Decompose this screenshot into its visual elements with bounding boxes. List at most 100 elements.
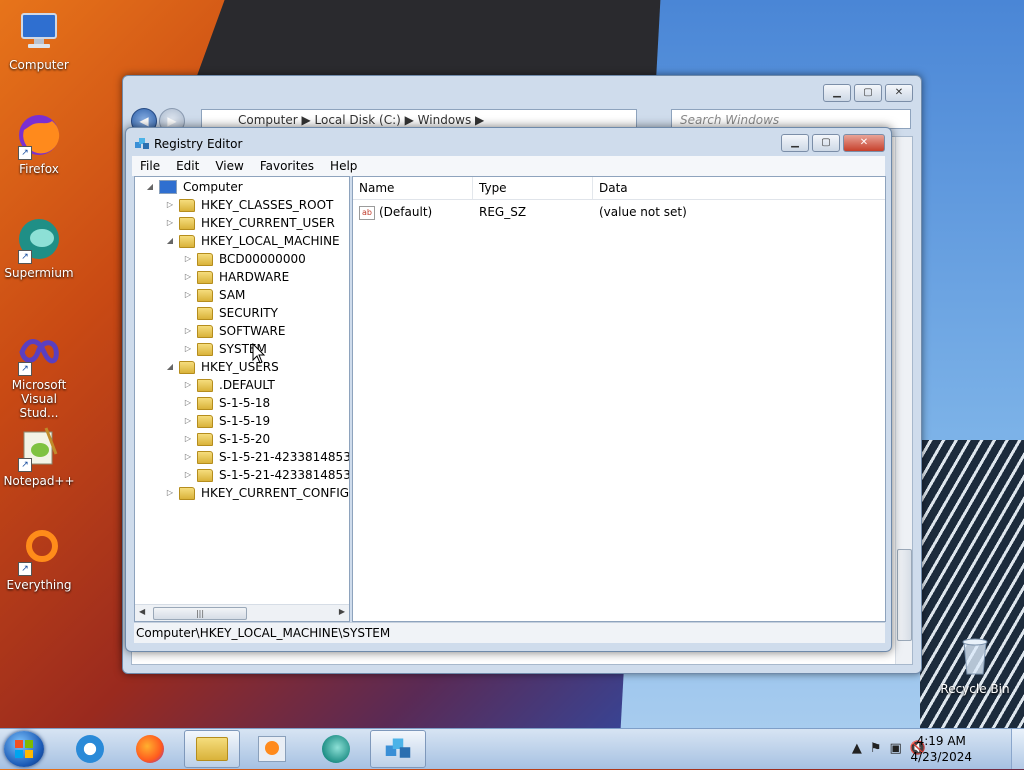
explorer-search-input[interactable]: Search Windows — [671, 109, 911, 129]
desktop-icon-supermium[interactable]: ↗ Supermium — [0, 216, 78, 280]
taskbar-supermium[interactable] — [308, 730, 364, 768]
expand-toggle-icon[interactable]: ▷ — [183, 412, 193, 430]
clock-date: 4/23/2024 — [910, 750, 972, 764]
expand-toggle-icon[interactable]: ▷ — [183, 466, 193, 484]
tree-node[interactable]: ▷ HKEY_CLASSES_ROOT — [165, 196, 333, 214]
show-desktop-button[interactable] — [1011, 729, 1024, 769]
computer-icon — [16, 8, 62, 54]
start-button[interactable] — [4, 731, 44, 767]
tree-node[interactable]: ▷ S-1-5-21-4233814853-226 — [183, 466, 349, 484]
tree-horizontal-scrollbar[interactable]: ◀ ||| ▶ — [135, 604, 349, 621]
tree-node[interactable]: ▷ HKEY_CURRENT_CONFIG — [165, 484, 349, 502]
expand-toggle-icon[interactable]: ▷ — [183, 394, 193, 412]
menu-view[interactable]: View — [207, 156, 251, 176]
expand-toggle-icon[interactable]: ▷ — [183, 268, 193, 286]
tree-node[interactable]: ▷ SOFTWARE — [183, 322, 286, 340]
registry-editor-window[interactable]: Registry Editor ▁ ▢ ✕ File Edit View Fav… — [125, 127, 892, 652]
menu-file[interactable]: File — [132, 156, 168, 176]
folder-icon — [179, 486, 195, 500]
taskbar-media-player[interactable] — [244, 730, 300, 768]
expand-toggle-icon[interactable]: ▷ — [183, 340, 193, 358]
network-icon[interactable]: ▣ — [890, 741, 902, 756]
expand-toggle-icon[interactable]: ▷ — [183, 286, 193, 304]
menu-favorites[interactable]: Favorites — [252, 156, 322, 176]
firefox-icon — [136, 735, 164, 763]
maximize-button[interactable]: ▢ — [812, 134, 840, 152]
folder-icon — [197, 270, 213, 284]
desktop-icon-computer[interactable]: Computer — [0, 8, 78, 72]
action-center-flag-icon[interactable]: ⚑ — [870, 741, 882, 756]
close-button[interactable]: ✕ — [885, 84, 913, 102]
expand-toggle-icon[interactable]: ▷ — [183, 430, 193, 448]
folder-icon — [197, 288, 213, 302]
tree-node[interactable]: ▷ SAM — [183, 286, 245, 304]
scroll-thumb[interactable] — [897, 549, 912, 641]
list-header: Name Type Data — [353, 177, 885, 200]
tree-node[interactable]: SECURITY — [183, 304, 278, 322]
folder-icon — [197, 342, 213, 356]
taskbar-file-explorer[interactable] — [184, 730, 240, 768]
column-type[interactable]: Type — [473, 177, 593, 199]
desktop-icon-visual-studio[interactable]: ↗ Microsoft Visual Stud... — [0, 328, 78, 420]
minimize-button[interactable]: ▁ — [781, 134, 809, 152]
values-list[interactable]: Name Type Data ab (Default) REG_SZ (value… — [352, 176, 886, 622]
scroll-thumb[interactable]: ||| — [153, 607, 247, 620]
tree-node[interactable]: ◢ HKEY_LOCAL_MACHINE — [165, 232, 340, 250]
column-data[interactable]: Data — [593, 177, 885, 199]
close-button[interactable]: ✕ — [843, 134, 885, 152]
show-hidden-icons-icon[interactable]: ▲ — [852, 741, 862, 756]
taskbar-regedit[interactable] — [370, 730, 426, 768]
explorer-scrollbar[interactable] — [895, 137, 912, 664]
taskbar-internet-explorer[interactable] — [62, 730, 118, 768]
desktop-icon-label: Recycle Bin — [940, 682, 1010, 696]
desktop-icon-label: Computer — [9, 58, 69, 72]
tree-node-label: SECURITY — [219, 306, 278, 320]
registry-tree[interactable]: ◢ Computer ▷ HKEY_CLASSES_ROOT ▷ HKEY_CURRENT… — [134, 176, 350, 622]
tree-node[interactable]: ▷ S-1-5-18 — [183, 394, 270, 412]
expand-toggle-icon[interactable]: ◢ — [165, 232, 175, 250]
wallpaper-shape — [195, 0, 685, 80]
column-name[interactable]: Name — [353, 177, 473, 199]
folder-icon — [179, 198, 195, 212]
menu-edit[interactable]: Edit — [168, 156, 207, 176]
window-title: Registry Editor — [154, 137, 243, 151]
maximize-button[interactable]: ▢ — [854, 84, 882, 102]
desktop-icon-recycle-bin[interactable]: Recycle Bin — [936, 632, 1014, 696]
desktop-icon-everything[interactable]: ↗ Everything — [0, 528, 78, 592]
tree-node[interactable]: ▷ HKEY_CURRENT_USER — [165, 214, 335, 232]
value-name-cell: ab (Default) — [359, 203, 432, 221]
tree-node-label: S-1-5-21-4233814853-226 — [219, 468, 349, 482]
scroll-left-icon[interactable]: ◀ — [139, 607, 145, 616]
taskbar-firefox[interactable] — [122, 730, 178, 768]
folder-icon — [197, 396, 213, 410]
desktop-icon-firefox[interactable]: ↗ Firefox — [0, 112, 78, 176]
tree-node[interactable]: ▷ S-1-5-20 — [183, 430, 270, 448]
expand-toggle-icon[interactable]: ▷ — [183, 250, 193, 268]
tree-node[interactable]: ▷ .DEFAULT — [183, 376, 275, 394]
expand-toggle-icon[interactable]: ◢ — [145, 178, 155, 196]
notepadpp-icon: ↗ — [16, 424, 62, 472]
tree-node[interactable]: ▷ S-1-5-19 — [183, 412, 270, 430]
explorer-address-bar[interactable]: Computer ▶ Local Disk (C:) ▶ Windows ▶ — [201, 109, 637, 129]
menu-help[interactable]: Help — [322, 156, 365, 176]
expand-toggle-icon[interactable]: ◢ — [165, 358, 175, 376]
tree-node[interactable]: ▷ BCD00000000 — [183, 250, 306, 268]
mouse-cursor-icon — [252, 343, 266, 364]
desktop-icon-notepadpp[interactable]: ↗ Notepad++ — [0, 424, 78, 488]
minimize-button[interactable]: ▁ — [823, 84, 851, 102]
tree-node-label: SOFTWARE — [219, 324, 286, 338]
desktop-icon-label: Everything — [6, 578, 72, 592]
expand-toggle-icon[interactable]: ▷ — [165, 214, 175, 232]
expand-toggle-icon[interactable]: ▷ — [165, 196, 175, 214]
expand-toggle-icon[interactable]: ▷ — [165, 484, 175, 502]
tree-node[interactable]: ▷ S-1-5-21-4233814853-226 — [183, 448, 349, 466]
tree-node[interactable]: ◢ Computer — [145, 178, 243, 196]
tree-node[interactable]: ▷ HARDWARE — [183, 268, 289, 286]
expand-toggle-icon[interactable]: ▷ — [183, 448, 193, 466]
expand-toggle-icon[interactable]: ▷ — [183, 376, 193, 394]
clock[interactable]: 4:19 AM 4/23/2024 — [910, 733, 972, 765]
tree-node-label: Computer — [183, 180, 243, 194]
expand-toggle-icon[interactable]: ▷ — [183, 322, 193, 340]
tree-node-label: SAM — [219, 288, 246, 302]
scroll-right-icon[interactable]: ▶ — [339, 607, 345, 616]
